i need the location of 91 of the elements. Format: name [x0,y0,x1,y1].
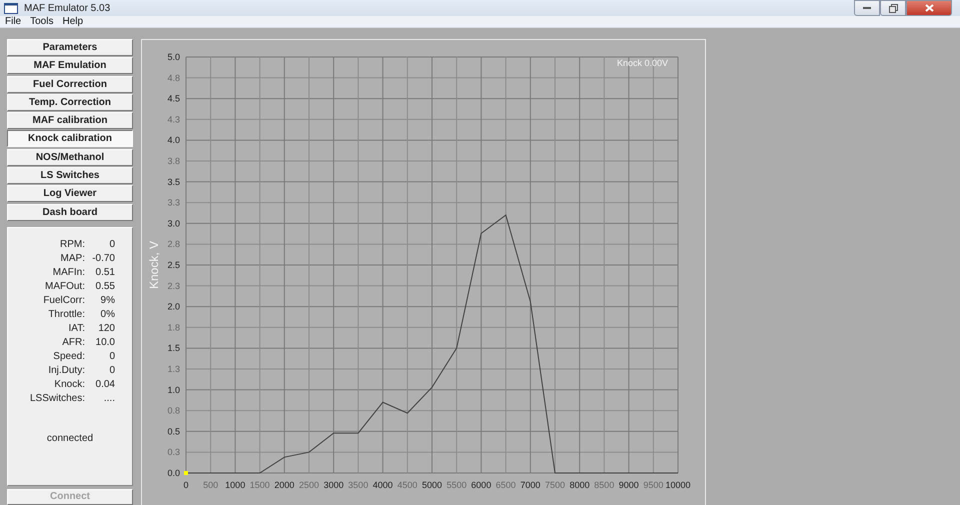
restore-icon [888,4,898,12]
x-tick-label: 7000 [520,480,540,490]
reading-value: 10.0 [94,336,115,350]
y-tick-label: 0.8 [167,406,180,416]
x-tick-label: 10000 [665,480,691,490]
connection-status: connected [46,432,94,444]
y-tick-label: 0.5 [167,426,180,436]
close-button[interactable] [906,0,952,16]
reading-value: 0.51 [94,266,115,280]
reading-label: MAFIn: [52,266,85,280]
reading-label: FuelCorr: [42,294,85,308]
nav-button[interactable]: Temp. Correction [7,94,133,111]
y-tick-label: 2.8 [167,239,180,250]
reading-label: MAP: [60,252,85,266]
x-tick-label: 6000 [471,480,492,490]
x-tick-label: 4000 [372,480,393,490]
y-tick-label: 3.3 [167,198,180,208]
y-tick-label: 2.5 [167,260,180,270]
knock-readout: Knock 0.00V [616,58,668,68]
reading-value: 9% [100,294,115,308]
x-tick-label: 7500 [544,480,566,490]
x-tick-label: 3500 [348,480,368,490]
nav-button[interactable]: MAF calibration [7,112,133,130]
y-tick-label: 4.8 [167,72,180,83]
reading-label: LSSwitches: [28,392,85,406]
x-tick-label: 5000 [422,480,442,490]
y-tick-label: 0.3 [167,447,180,458]
y-tick-label: 3.0 [167,218,180,228]
reading-label: MAFOut: [44,280,85,294]
reading-value: 0 [108,238,115,252]
y-tick-label: 0.0 [167,468,180,478]
menu-item[interactable]: Tools [30,16,54,27]
y-tick-label: 2.0 [167,302,180,312]
nav-button[interactable]: Parameters [7,39,133,56]
reading-value: .... [102,392,115,406]
cursor-marker [184,471,188,475]
minimize-icon [863,6,871,10]
minimize-button[interactable] [854,0,880,16]
y-tick-label: 1.5 [167,343,180,354]
window-title: MAF Emulator 5.03 [24,2,110,14]
x-tick-label: 4500 [397,480,418,490]
reading-value: 0.55 [94,280,115,294]
reading-value: 0 [108,350,115,364]
y-tick-label: 4.5 [167,94,180,104]
nav-button[interactable]: Fuel Correction [7,76,133,93]
x-tick-label: 3000 [324,480,344,490]
reading-label: Knock: [53,378,85,392]
nav-button[interactable]: LS Switches [7,167,133,184]
reading-label: Throttle: [47,308,85,322]
window-icon [4,2,18,14]
x-tick-label: 8000 [570,480,590,490]
close-icon [924,4,934,12]
reading-value: 0.04 [94,378,115,392]
y-tick-label: 3.8 [167,156,180,166]
menu-item[interactable]: Help [62,16,84,27]
x-tick-label: 9000 [618,480,639,490]
x-tick-label: 9500 [643,480,664,490]
reading-label: IAT: [68,322,85,336]
nav-button[interactable]: NOS/Methanol [7,148,133,166]
y-tick-label: 2.3 [167,280,180,291]
nav-button[interactable]: Dash board [7,204,133,221]
reading-label: RPM: [59,238,85,252]
menu-item[interactable]: File [5,16,22,27]
y-tick-label: 1.3 [167,364,180,374]
x-tick-label: 6500 [496,480,516,490]
reading-value: -0.70 [91,252,115,266]
reading-label: Inj.Duty: [47,364,85,378]
nav-button[interactable]: Log Viewer [7,185,133,202]
x-tick-label: 1000 [225,480,246,490]
x-tick-label: 8500 [594,480,614,490]
y-tick-label: 1.0 [167,384,180,395]
x-tick-label: 5500 [446,480,467,490]
y-tick-label: 1.8 [167,322,180,332]
x-tick-label: 1500 [250,480,270,490]
reading-value: 120 [97,322,115,336]
nav-button[interactable]: Knock calibration [7,130,133,148]
y-tick-label: 4.0 [167,135,180,146]
y-tick-label: 5.0 [167,52,180,62]
y-tick-label: 4.3 [167,114,180,124]
reading-value: 0% [100,308,115,322]
x-tick-label: 500 [203,480,218,490]
reading-value: 0 [108,364,115,378]
nav-button[interactable]: MAF Emulation [7,57,133,74]
reading-label: Speed: [52,350,85,364]
x-tick-label: 0 [184,480,188,490]
y-tick-label: 3.5 [167,176,180,187]
reading-label: AFR: [61,336,85,350]
maximize-button[interactable] [880,0,906,16]
x-tick-label: 2000 [274,480,294,490]
x-tick-label: 2500 [298,480,320,490]
y-axis-label: Knock, V [147,240,161,290]
